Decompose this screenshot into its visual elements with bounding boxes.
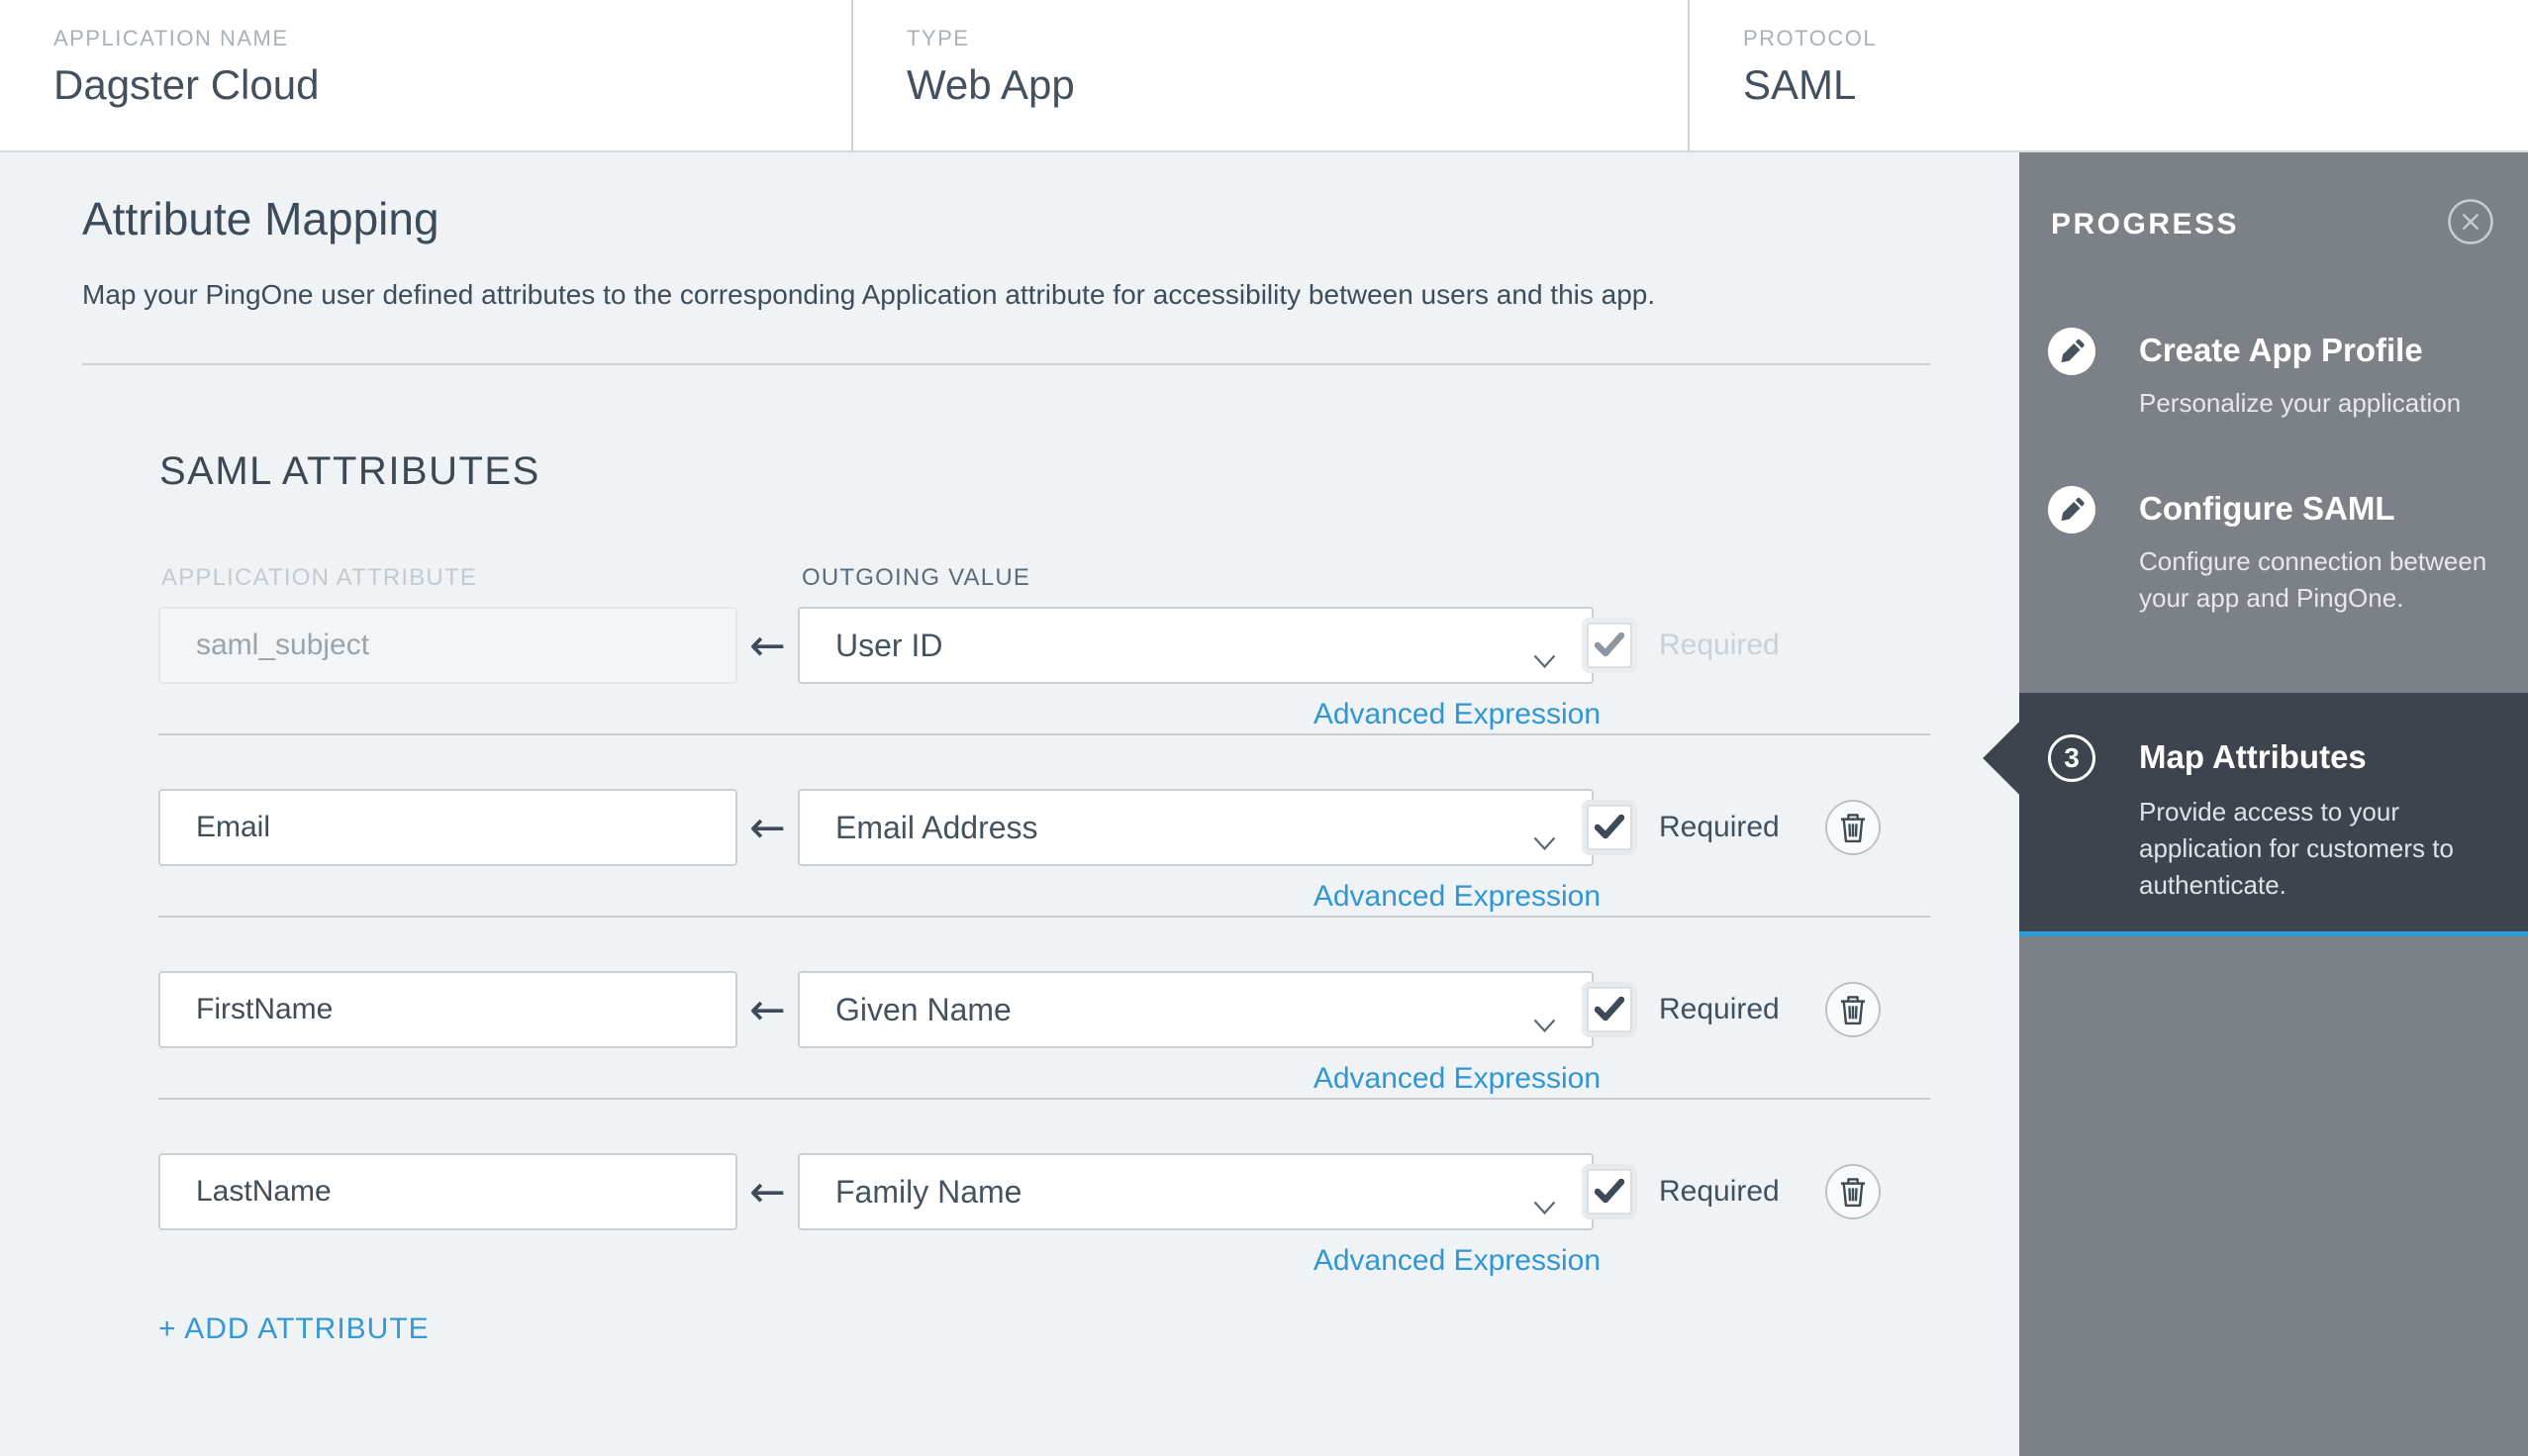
attribute-mapping-row: ← Email Address Required Advanced Expres…	[0, 789, 2019, 971]
required-label: Required	[1659, 993, 1780, 1025]
outgoing-value-column-label: OUTGOING VALUE	[802, 564, 1031, 591]
active-step-accent-bar	[2019, 931, 2528, 936]
header-cell-type: TYPE Web App	[853, 0, 1690, 152]
step-title: Create App Profile	[2139, 332, 2423, 368]
map-arrow-icon: ←	[749, 1166, 786, 1217]
saml-attributes-heading: SAML ATTRIBUTES	[159, 449, 540, 493]
application-attribute-input[interactable]	[158, 971, 737, 1048]
outgoing-value-selected: Family Name	[835, 1173, 1022, 1210]
outgoing-value-selected: Given Name	[835, 991, 1012, 1027]
progress-panel: PROGRESS Create App Profile Personalize …	[1983, 152, 2528, 1456]
step-subtitle: Personalize your application	[2139, 388, 2462, 418]
required-checkbox[interactable]	[1587, 987, 1632, 1032]
attribute-mapping-row: ← User ID Required Advanced Expression	[0, 607, 2019, 789]
attribute-mapping-screen: APPLICATION NAME Dagster Cloud TYPE Web …	[0, 0, 2528, 1456]
row-divider	[158, 733, 1930, 735]
progress-step-configure-saml[interactable]: Configure SAML Configure connection betw…	[2019, 486, 2528, 684]
required-checkbox[interactable]	[1587, 1169, 1632, 1214]
pencil-icon	[2048, 328, 2095, 375]
chevron-down-icon	[1533, 1005, 1556, 1041]
application-attribute-column-label: APPLICATION ATTRIBUTE	[161, 564, 478, 591]
outgoing-value-select[interactable]: User ID	[798, 607, 1594, 684]
map-arrow-icon: ←	[749, 620, 786, 671]
title-divider	[82, 363, 1930, 365]
step-subtitle: Configure connection between your app an…	[2139, 546, 2487, 613]
close-icon[interactable]	[2447, 198, 2494, 245]
add-attribute-button[interactable]: + ADD ATTRIBUTE	[158, 1312, 430, 1346]
protocol-label: PROTOCOL	[1743, 26, 1878, 50]
application-attribute-input[interactable]	[158, 1153, 737, 1230]
attribute-mapping-row: ← Family Name Required Advanced Expressi…	[0, 1153, 2019, 1335]
progress-heading: PROGRESS	[2051, 208, 2240, 241]
advanced-expression-link[interactable]: Advanced Expression	[798, 1062, 1601, 1096]
outgoing-value-select[interactable]: Family Name	[798, 1153, 1594, 1230]
outgoing-value-select[interactable]: Email Address	[798, 789, 1594, 866]
application-attribute-input[interactable]	[158, 607, 737, 684]
header-cell-protocol: PROTOCOL SAML	[1690, 0, 2528, 152]
page-title: Attribute Mapping	[82, 193, 439, 244]
protocol-value: SAML	[1743, 61, 1857, 108]
type-label: TYPE	[907, 26, 970, 50]
pencil-icon	[2048, 486, 2095, 534]
outgoing-value-selected: User ID	[835, 627, 943, 663]
chevron-down-icon	[1533, 1187, 1556, 1223]
attribute-rows: ← User ID Required Advanced Expression	[0, 607, 2019, 1335]
trash-icon[interactable]	[1825, 800, 1881, 855]
type-value: Web App	[907, 61, 1075, 108]
attribute-mapping-row: ← Given Name Required Advanced Expressio…	[0, 971, 2019, 1153]
required-label: Required	[1659, 629, 1780, 661]
required-checkbox[interactable]	[1587, 623, 1632, 668]
row-divider	[158, 916, 1930, 918]
map-arrow-icon: ←	[749, 802, 786, 853]
chevron-down-icon	[1533, 823, 1556, 859]
trash-icon[interactable]	[1825, 982, 1881, 1037]
application-name-label: APPLICATION NAME	[53, 26, 289, 50]
required-checkbox[interactable]	[1587, 805, 1632, 850]
application-attribute-input[interactable]	[158, 789, 737, 866]
trash-icon[interactable]	[1825, 1164, 1881, 1219]
step-subtitle: Provide access to your application for c…	[2139, 797, 2454, 900]
header-cell-application-name: APPLICATION NAME Dagster Cloud	[0, 0, 853, 152]
attribute-mapping-main: Attribute Mapping Map your PingOne user …	[0, 152, 2019, 1456]
map-arrow-icon: ←	[749, 984, 786, 1035]
advanced-expression-link[interactable]: Advanced Expression	[798, 698, 1601, 731]
advanced-expression-link[interactable]: Advanced Expression	[798, 880, 1601, 914]
required-label: Required	[1659, 811, 1780, 843]
step-number-badge: 3	[2048, 734, 2095, 782]
app-summary-header: APPLICATION NAME Dagster Cloud TYPE Web …	[0, 0, 2528, 152]
row-divider	[158, 1098, 1930, 1100]
page-description: Map your PingOne user defined attributes…	[82, 279, 1656, 310]
step-title: Configure SAML	[2139, 490, 2395, 527]
step-title: Map Attributes	[2139, 738, 2367, 775]
chevron-down-icon	[1533, 640, 1556, 677]
outgoing-value-select[interactable]: Given Name	[798, 971, 1594, 1048]
progress-step-map-attributes-active[interactable]: 3 Map Attributes Provide access to your …	[1983, 693, 2528, 936]
application-name-value: Dagster Cloud	[53, 61, 320, 108]
progress-step-create-app-profile[interactable]: Create App Profile Personalize your appl…	[2019, 328, 2528, 466]
required-label: Required	[1659, 1175, 1780, 1208]
advanced-expression-link[interactable]: Advanced Expression	[798, 1244, 1601, 1278]
outgoing-value-selected: Email Address	[835, 809, 1038, 845]
